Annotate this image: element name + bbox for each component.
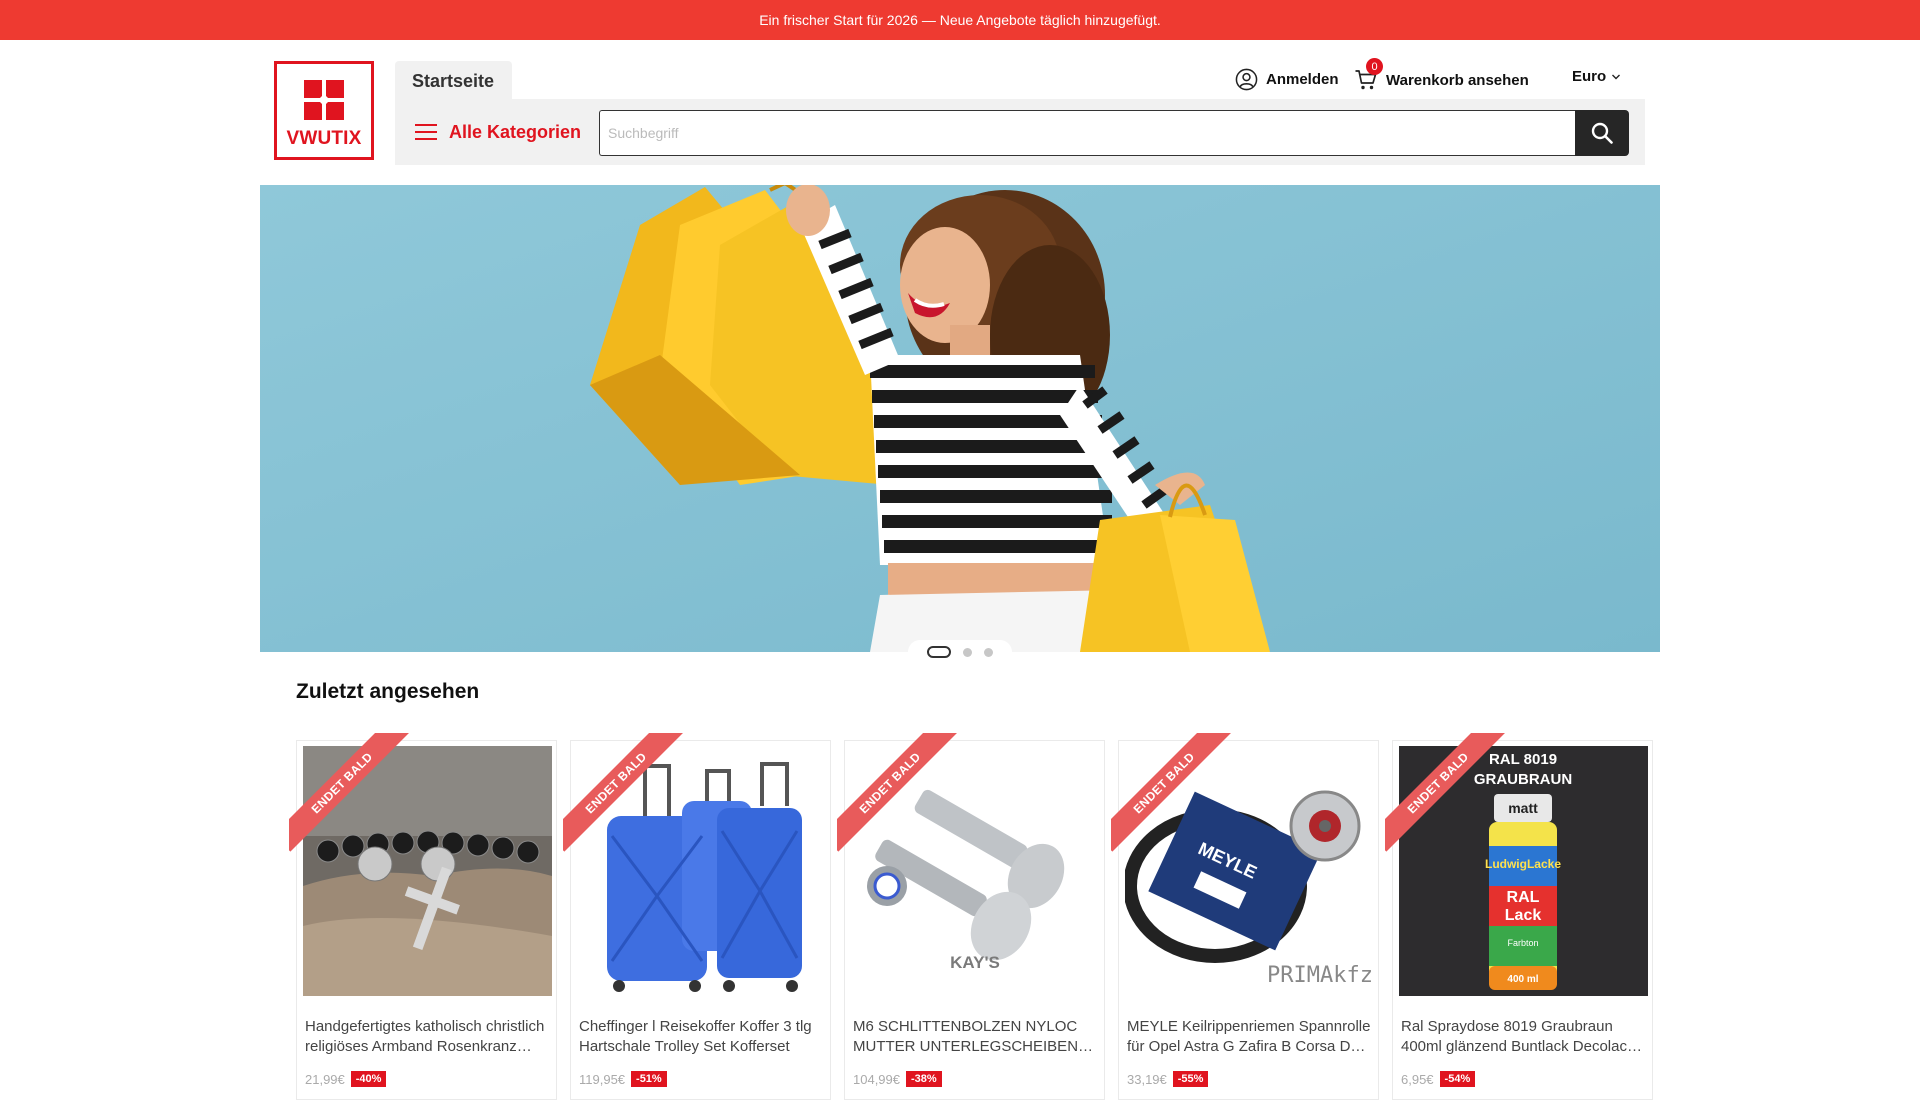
all-categories-label: Alle Kategorien [449,121,582,142]
product-card[interactable]: ENDET BALD Handgefertigtes katholisch ch… [289,733,557,1100]
discount-badge: -40% [350,1071,387,1087]
menu-icon [415,124,437,140]
old-price: 6,95€ [1401,1071,1434,1087]
carousel-dot-1[interactable] [927,646,951,658]
logo-mark-icon [304,80,344,120]
product-title[interactable]: Cheffinger l Reisekoffer Koffer 3 tlg Ha… [579,1017,825,1057]
ending-soon-ribbon: ENDET BALD [563,733,693,863]
kays-logo-text: KAY'S [950,953,1000,972]
product-card[interactable]: ENDET BALD RAL 8019 GRAUBRAUN matt Ludwi… [1385,733,1653,1100]
user-icon [1235,68,1258,91]
spray-ml: 400 ml [1507,974,1538,985]
logo-text: VWUTIX [286,128,362,149]
discount-badge: -38% [906,1071,942,1087]
price-row: 21,99€ -40% [305,1071,387,1087]
price-row: 119,95€ -51% [579,1071,667,1087]
discount-badge: -51% [631,1071,667,1087]
ending-soon-ribbon: ENDET BALD [1385,733,1515,863]
product-card[interactable]: ENDET BALD MEYLE PRIMAkfz MEYLE Keilripp… [1111,733,1379,1100]
cart-link[interactable]: 0 Warenkorb ansehen [1354,58,1529,92]
search-input[interactable] [599,110,1576,156]
chevron-down-icon [1612,74,1621,79]
spray-ral: RAL [1507,889,1540,906]
hero-image [260,185,1660,652]
nav-panel: Alle Kategorien [395,99,1645,165]
tab-home[interactable]: Startseite [395,61,512,101]
currency-selector[interactable]: Euro [1572,68,1621,85]
old-price: 21,99€ [305,1071,345,1087]
ending-soon-ribbon: ENDET BALD [837,733,967,863]
product-title[interactable]: Handgefertigtes katholisch christlich re… [305,1017,551,1057]
site-header: VWUTIX Startseite Alle Kategorien Anmeld… [0,40,1920,185]
product-card[interactable]: ENDET BALD KAY'S M6 SCHLITTENBOLZEN NYLO… [837,733,1105,1100]
currency-value: Euro [1572,68,1607,85]
site-logo[interactable]: VWUTIX [274,61,374,160]
product-title[interactable]: Ral Spraydose 8019 Graubraun 400ml glänz… [1401,1017,1647,1057]
old-price: 104,99€ [853,1071,900,1087]
product-title[interactable]: M6 SCHLITTENBOLZEN NYLOC MUTTER UNTERLEG… [853,1017,1099,1057]
carousel-dots [908,640,1012,664]
announcement-bar: Ein frischer Start für 2026 — Neue Angeb… [0,0,1920,40]
section-title-recently-viewed: Zuletzt angesehen [296,680,480,703]
cart-count-badge: 0 [1366,58,1383,75]
search-button[interactable] [1575,110,1629,156]
carousel-dot-3[interactable] [984,647,993,657]
old-price: 119,95€ [579,1071,626,1087]
spray-lack: Lack [1505,907,1542,924]
search-icon [1591,122,1613,144]
login-label: Anmelden [1266,71,1339,88]
product-list: ENDET BALD Handgefertigtes katholisch ch… [289,733,1653,1100]
discount-badge: -54% [1439,1071,1476,1087]
all-categories-button[interactable]: Alle Kategorien [415,99,581,165]
product-card[interactable]: ENDET BALD Cheffinger l Reisekoffer Koff… [563,733,831,1100]
price-row: 104,99€ -38% [853,1071,942,1087]
old-price: 33,19€ [1127,1071,1167,1087]
hero-banner[interactable] [260,185,1660,652]
ending-soon-ribbon: ENDET BALD [1111,733,1241,863]
price-row: 6,95€ -54% [1401,1071,1476,1087]
spray-farbton: Farbton [1507,938,1538,948]
discount-badge: -55% [1172,1071,1209,1087]
ending-soon-ribbon: ENDET BALD [289,733,419,863]
primakfz-watermark: PRIMAkfz [1267,963,1373,988]
announcement-text: Ein frischer Start für 2026 — Neue Angeb… [759,12,1161,28]
price-row: 33,19€ -55% [1127,1071,1209,1087]
carousel-dot-2[interactable] [963,647,972,657]
cart-label: Warenkorb ansehen [1386,71,1529,89]
login-link[interactable]: Anmelden [1235,68,1339,91]
product-title[interactable]: MEYLE Keilrippenriemen Spannrolle für Op… [1127,1017,1373,1057]
